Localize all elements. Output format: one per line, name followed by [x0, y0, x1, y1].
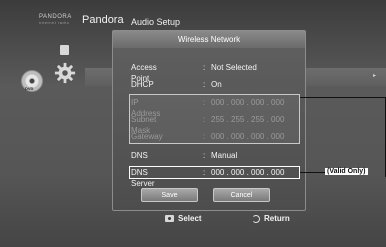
- select-hint: Select: [165, 214, 202, 223]
- dialog-title: Wireless Network: [113, 31, 305, 48]
- cancel-button[interactable]: Cancel: [213, 188, 270, 202]
- colon: :: [203, 98, 206, 107]
- enter-key-icon: [165, 215, 174, 223]
- return-hint-label: Return: [264, 214, 290, 223]
- disc-icon-label: DVD: [25, 86, 34, 91]
- subnet-mask-value: 255 . 255 . 255 . 000: [211, 115, 285, 124]
- dhcp-value: On: [211, 80, 222, 89]
- small-device-icon: [60, 45, 69, 55]
- colon: :: [203, 132, 206, 141]
- gateway-label: Gateway: [131, 132, 163, 141]
- pandora-logo: PANDORA internet radio: [39, 14, 72, 26]
- pandora-menu-item[interactable]: Pandora: [82, 14, 124, 26]
- save-button[interactable]: Save: [141, 188, 198, 202]
- valid-only-annotation: (Valid Only): [325, 168, 368, 175]
- disc-icon[interactable]: DVD: [21, 70, 43, 92]
- left-menu-column: PANDORA internet radio DVD: [0, 0, 90, 247]
- select-hint-label: Select: [178, 214, 202, 223]
- colon: :: [203, 115, 206, 124]
- colon: :: [203, 80, 206, 89]
- dns-server-label: DNS Server: [131, 168, 155, 188]
- access-point-value: Not Selected: [211, 63, 257, 72]
- pandora-logo-subtext: internet radio: [39, 20, 70, 25]
- gear-icon[interactable]: [54, 62, 76, 84]
- return-hint: Return: [252, 214, 290, 223]
- colon: :: [203, 151, 206, 160]
- callout-line-dns: [300, 172, 326, 173]
- dns-server-value[interactable]: 000 . 000 . 000 . 000: [211, 167, 284, 178]
- colon: :: [203, 63, 206, 72]
- return-arrow-icon: [252, 214, 260, 223]
- chevron-right-icon: ▸: [372, 73, 376, 79]
- colon: :: [203, 168, 206, 177]
- screen: PANDORA internet radio DVD Pandora Audio…: [0, 0, 386, 247]
- wireless-network-dialog: Wireless Network Access Point : Not Sele…: [112, 30, 306, 211]
- ip-address-value: 000 . 000 . 000 . 000: [211, 98, 285, 107]
- gateway-value: 000 . 000 . 000 . 000: [211, 132, 285, 141]
- audio-setup-title: Audio Setup: [131, 17, 181, 27]
- dns-value: Manual: [211, 151, 238, 160]
- dns-label: DNS: [131, 151, 148, 160]
- dhcp-label: DHCP: [131, 80, 154, 89]
- callout-line-ip: [300, 97, 386, 98]
